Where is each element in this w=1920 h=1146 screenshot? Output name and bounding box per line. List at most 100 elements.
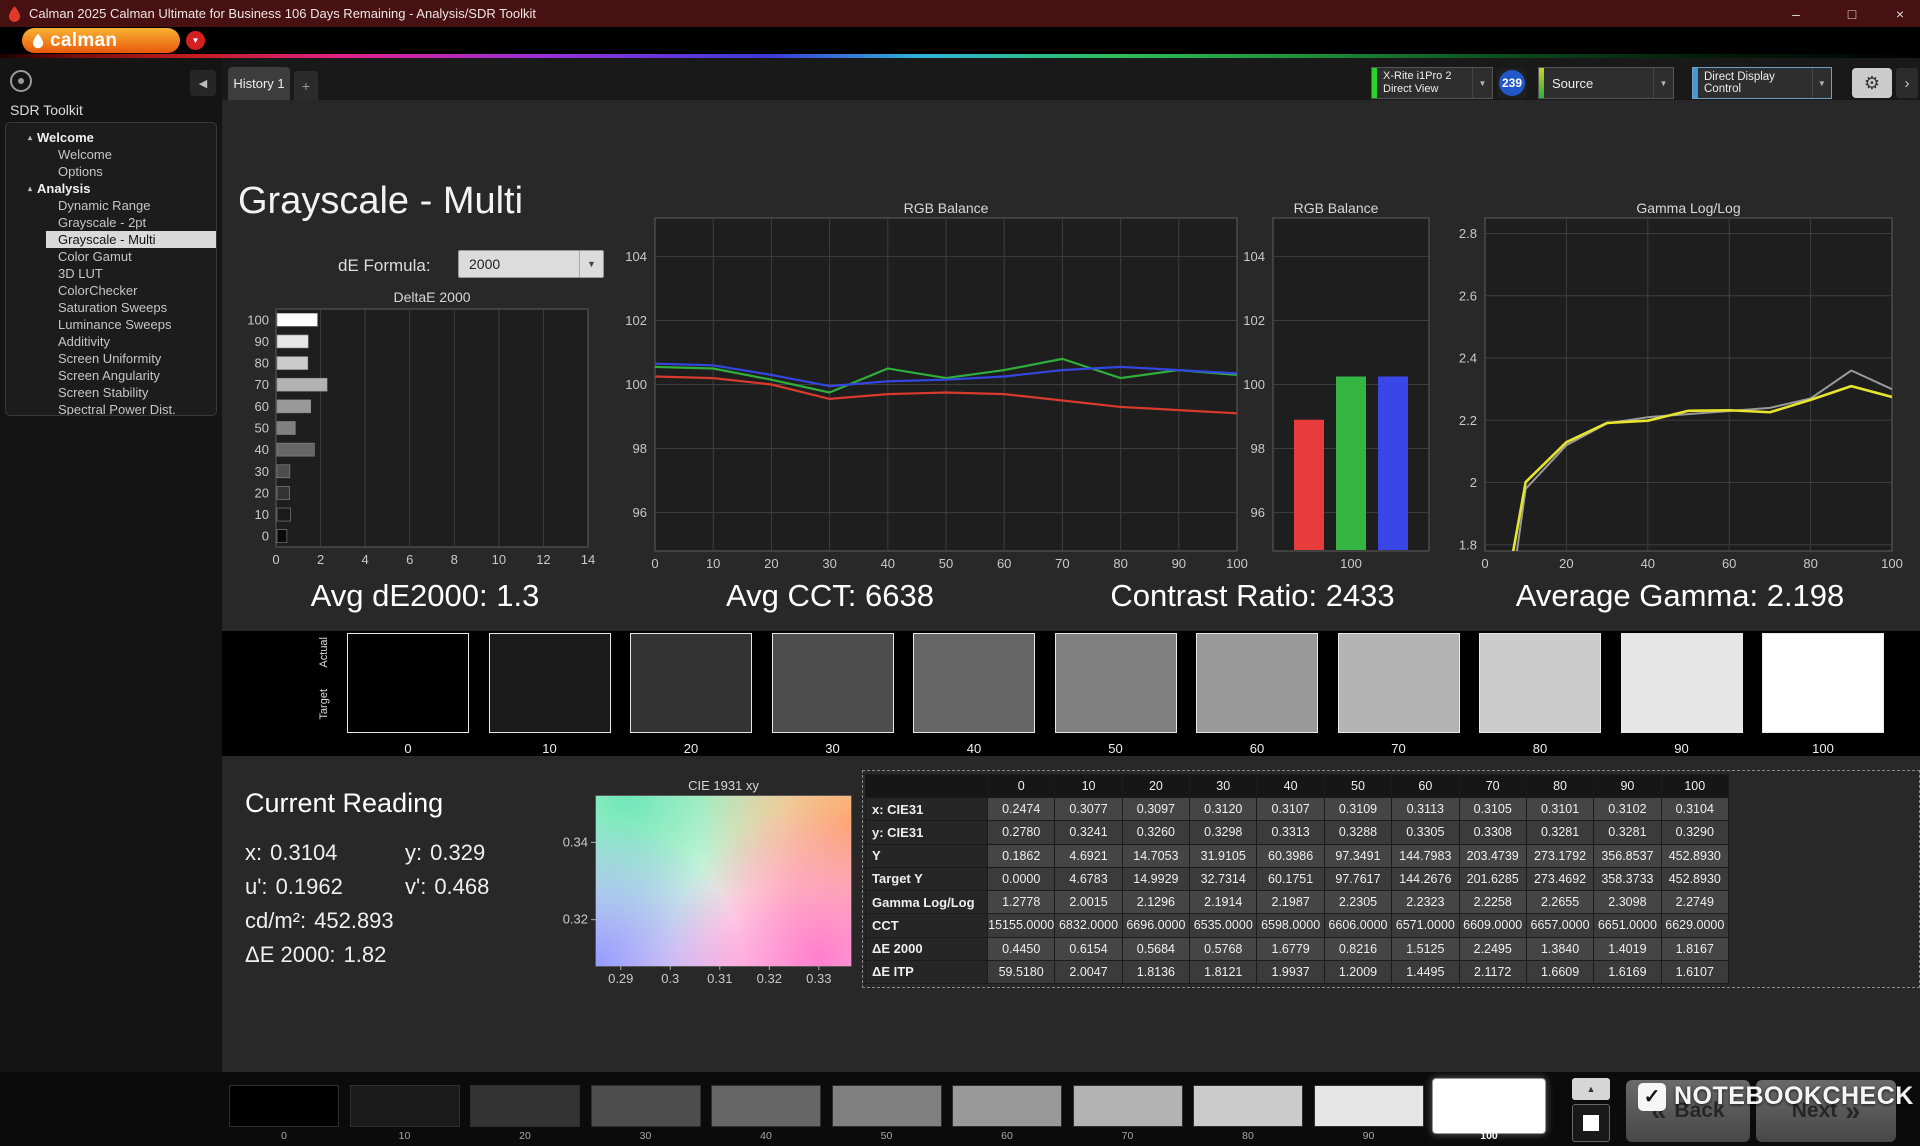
swatch-100[interactable] [1762,633,1884,733]
pattern-patch-90[interactable] [1314,1085,1424,1127]
swatch-40[interactable] [913,633,1035,733]
svg-text:102: 102 [625,313,647,328]
display-control-dropdown[interactable]: Direct Display Control ▼ [1692,67,1832,99]
pattern-patch-10[interactable] [350,1085,460,1127]
pattern-up-button[interactable]: ▲ [1572,1078,1610,1100]
table-cell: 6609.0000 [1459,914,1526,937]
svg-text:60: 60 [255,399,269,414]
pattern-window-button[interactable] [1572,1104,1610,1142]
svg-text:96: 96 [1251,505,1265,520]
logo-menu-button[interactable]: ▼ [186,31,205,50]
de2000-value: 1.82 [344,942,387,967]
pattern-patch-70[interactable] [1073,1085,1183,1127]
table-cell: 2.1914 [1190,891,1257,914]
sidebar-collapse-button[interactable]: ◀ [190,70,216,96]
pattern-patch-0[interactable] [229,1085,339,1127]
gamma-chart-title: Gamma Log/Log [1485,200,1892,216]
settings-gear-button[interactable]: ⚙ [1852,68,1892,98]
pattern-patch-100[interactable] [1432,1078,1546,1134]
swatch-50[interactable] [1055,633,1177,733]
table-cell: 2.2655 [1526,891,1593,914]
sidebar-item-colorchecker[interactable]: ColorChecker [6,282,216,299]
table-cell: 2.1987 [1257,891,1324,914]
swatch-30[interactable] [772,633,894,733]
swatch-10[interactable] [489,633,611,733]
chevron-down-icon: ▼ [1472,68,1492,98]
u-label: u': [245,874,268,899]
rgb-bars-chart-title: RGB Balance [1230,200,1442,216]
pattern-patch-80[interactable] [1193,1085,1303,1127]
sidebar-item-spectral-power-dist-[interactable]: Spectral Power Dist. [6,401,216,416]
swatch-60[interactable] [1196,633,1318,733]
table-cell: 0.3109 [1324,798,1391,821]
table-cell: 1.8167 [1661,937,1728,960]
table-cell: 0.3305 [1392,821,1459,844]
swatch-70[interactable] [1338,633,1460,733]
sidebar-item-options[interactable]: Options [6,163,216,180]
sidebar-item-screen-angularity[interactable]: Screen Angularity [6,367,216,384]
pattern-patch-30[interactable] [591,1085,701,1127]
table-cell: 97.3491 [1324,844,1391,867]
tree-section-welcome[interactable]: ▴Welcome [6,129,216,146]
minimize-button[interactable]: – [1776,0,1816,27]
deltae-bar-chart: DeltaE 2000 0246810121410090807060504030… [240,285,605,580]
source-dropdown[interactable]: Source ▼ [1538,67,1674,99]
meter-dropdown[interactable]: X-Rite i1Pro 2 Direct View ▼ [1371,67,1493,99]
table-cell: 14.9929 [1122,867,1189,890]
sidebar-item-screen-stability[interactable]: Screen Stability [6,384,216,401]
sidebar-item-additivity[interactable]: Additivity [6,333,216,350]
table-cell: 0.3308 [1459,821,1526,844]
rgb-balance-line-chart: RGB Balance 0102030405060708090100969810… [610,200,1250,580]
swatch-20[interactable] [630,633,752,733]
sidebar-item-grayscale-multi[interactable]: Grayscale - Multi [46,231,216,248]
sidebar-item-saturation-sweeps[interactable]: Saturation Sweeps [6,299,216,316]
pattern-patch-50[interactable] [832,1085,942,1127]
luminance-label: cd/m²: [245,908,306,933]
svg-text:0: 0 [1481,556,1488,571]
table-col-80: 80 [1526,775,1593,798]
sidebar-item-grayscale-2pt[interactable]: Grayscale - 2pt [6,214,216,231]
add-tab-button[interactable]: + [294,71,318,100]
table-cell: 2.2323 [1392,891,1459,914]
table-cell: 31.9105 [1190,844,1257,867]
swatch-0[interactable] [347,633,469,733]
maximize-button[interactable]: □ [1832,0,1872,27]
swatch-90[interactable] [1621,633,1743,733]
table-col-30: 30 [1190,775,1257,798]
sidebar-item-3d-lut[interactable]: 3D LUT [6,265,216,282]
badge-value: 239 [1499,70,1525,96]
table-cell: 1.2009 [1324,960,1391,983]
pattern-patch-20[interactable] [470,1085,580,1127]
app-droplet-icon [8,6,21,21]
svg-text:80: 80 [1113,556,1127,571]
tab-history1[interactable]: History 1 [228,67,290,100]
watermark-text: NOTEBOOKCHECK [1674,1082,1914,1111]
sidebar-item-luminance-sweeps[interactable]: Luminance Sweeps [6,316,216,333]
pattern-patch-40[interactable] [711,1085,821,1127]
sidebar-item-screen-uniformity[interactable]: Screen Uniformity [6,350,216,367]
close-button[interactable]: × [1880,0,1920,27]
sidebar-home-button[interactable] [10,70,32,92]
svg-text:30: 30 [822,556,836,571]
svg-text:40: 40 [255,442,269,457]
swatch-80[interactable] [1479,633,1601,733]
table-row-label: y: CIE31 [866,821,988,844]
de-formula-select[interactable]: 2000 ▼ [458,250,604,278]
table-cell: 1.6779 [1257,937,1324,960]
sidebar-item-color-gamut[interactable]: Color Gamut [6,248,216,265]
table-cell: 356.8537 [1594,844,1661,867]
sidebar-item-dynamic-range[interactable]: Dynamic Range [6,197,216,214]
calman-logo[interactable]: calman [22,28,180,53]
table-cell: 32.7314 [1190,867,1257,890]
stat-contrast-ratio: Contrast Ratio: 2433 [1060,578,1445,618]
watermark-check-icon: ✓ [1638,1083,1666,1111]
tree-section-analysis[interactable]: ▴Analysis [6,180,216,197]
pattern-patch-60[interactable] [952,1085,1062,1127]
table-cell: 452.8930 [1661,844,1728,867]
sidebar-item-welcome[interactable]: Welcome [6,146,216,163]
svg-text:20: 20 [764,556,778,571]
forward-button[interactable]: › [1896,68,1918,98]
table-cell: 201.6285 [1459,867,1526,890]
sidebar-title: SDR Toolkit [10,102,83,118]
table-cell: 60.3986 [1257,844,1324,867]
